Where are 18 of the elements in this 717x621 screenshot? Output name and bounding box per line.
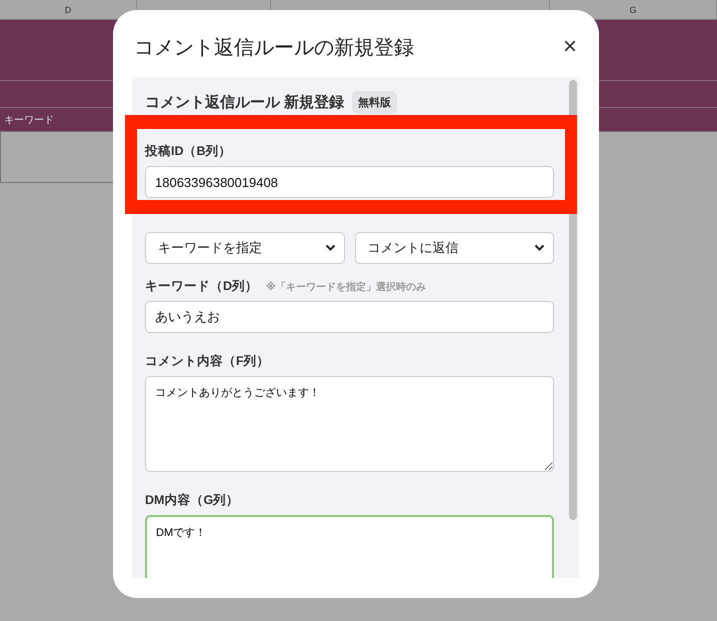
field-label: 投稿ID（B列）	[145, 143, 233, 160]
dropdown[interactable]: キーワードを指定	[145, 232, 344, 264]
post-id-field[interactable]: 18063396380019408	[145, 166, 554, 198]
dropdown[interactable]: コメントに返信	[354, 232, 554, 264]
dialog-title: コメント返信ルールの新規登録	[134, 36, 414, 60]
comment-field[interactable]: コメントありがとうございます！	[145, 376, 554, 472]
field-label: コメント内容（F列）	[145, 353, 271, 370]
keyword-field[interactable]: あいうえお	[145, 301, 554, 333]
chevron-down-icon	[324, 244, 336, 252]
table-cell-text: キーワード	[3, 114, 54, 126]
close-button[interactable]: ×	[558, 35, 581, 59]
dm-field[interactable]: DMです！	[145, 515, 554, 578]
field-note: ※「キーワードを指定」選択時のみ	[266, 280, 426, 294]
field-label: DM内容（G列）	[145, 492, 240, 509]
plan-badge: 無料版	[352, 91, 398, 114]
chevron-down-icon	[534, 244, 545, 252]
field-label: キーワード（D列）	[145, 278, 258, 295]
form-heading: コメント返信ルール 新規登録	[145, 93, 344, 112]
